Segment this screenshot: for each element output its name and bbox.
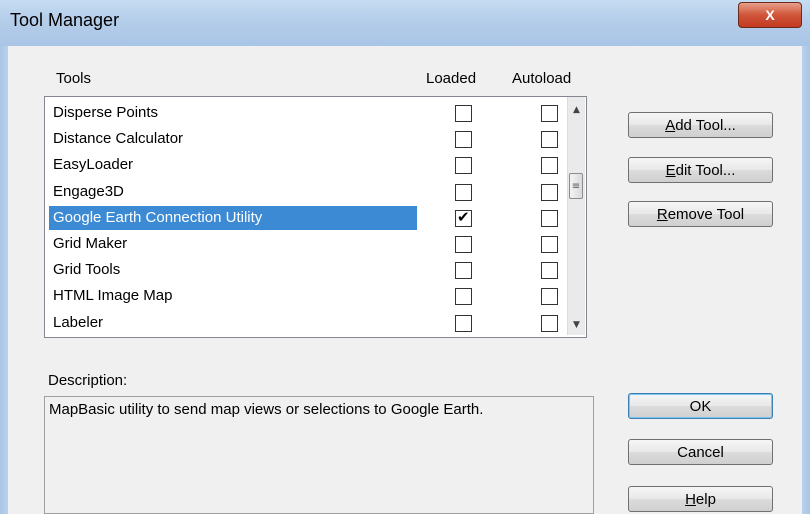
help-accel: H [685, 490, 696, 508]
close-button[interactable]: X [738, 2, 802, 28]
autoload-checkbox[interactable] [541, 183, 558, 201]
loaded-checkbox[interactable] [455, 105, 472, 122]
loaded-checkbox[interactable] [455, 157, 472, 175]
scroll-thumb[interactable]: ≡ [569, 173, 583, 199]
tool-name: EasyLoader [53, 156, 134, 174]
loaded-checkbox[interactable] [455, 183, 472, 201]
grip-icon: ≡ [571, 180, 581, 192]
window-frame-right [802, 46, 810, 514]
checkmark-icon: ✔ [457, 207, 470, 226]
help-button[interactable]: Help [628, 486, 773, 512]
remove-tool-accel: R [656, 205, 668, 223]
cancel-button[interactable]: Cancel [628, 439, 773, 465]
description-box: MapBasic utility to send map views or se… [44, 396, 594, 514]
tools-list-scrollbar[interactable]: ▲ ≡ ▼ [567, 97, 585, 335]
loaded-checkbox[interactable] [455, 314, 472, 332]
tool-name: Grid Tools [53, 261, 121, 279]
tool-row[interactable]: Grid Maker [49, 232, 417, 256]
loaded-checkbox[interactable] [455, 131, 472, 149]
tool-row[interactable]: EasyLoader [49, 153, 417, 177]
autoload-checkbox[interactable] [541, 314, 558, 332]
remove-tool-button[interactable]: Remove Tool [628, 201, 773, 227]
autoload-checkbox[interactable] [541, 105, 558, 122]
tool-name: Engage3D [53, 182, 124, 200]
loaded-checkbox[interactable]: ✔ [455, 207, 472, 227]
add-tool-accel: A [665, 116, 676, 134]
tool-row[interactable]: Google Earth Connection Utility [49, 205, 417, 230]
tool-name: Disperse Points [53, 104, 159, 121]
tool-row[interactable]: Engage3D [49, 180, 417, 204]
add-tool-label: dd Tool... [675, 116, 736, 134]
tool-name: Distance Calculator [53, 130, 184, 148]
description-text: MapBasic utility to send map views or se… [49, 401, 484, 418]
loaded-checkbox[interactable] [455, 262, 472, 280]
tool-row[interactable]: Distance Calculator [49, 127, 417, 151]
loaded-checkbox[interactable] [455, 236, 472, 253]
add-tool-button[interactable]: Add Tool... [628, 112, 773, 138]
tool-name: Grid Maker [53, 235, 128, 252]
autoload-checkbox[interactable] [541, 288, 558, 306]
loaded-checkbox[interactable] [455, 288, 472, 306]
tool-row[interactable]: HTML Image Map [49, 284, 417, 308]
ok-button[interactable]: OK [628, 393, 773, 419]
tools-list[interactable]: Disperse Points Distance Calculator EasyLo… [44, 96, 587, 338]
tool-name: HTML Image Map [53, 287, 173, 305]
autoload-header: Autoload [512, 70, 572, 87]
scroll-up-arrow-icon[interactable]: ▲ [568, 101, 585, 118]
help-label: elp [695, 490, 716, 508]
scroll-down-arrow-icon[interactable]: ▼ [568, 316, 585, 333]
edit-tool-button[interactable]: Edit Tool... [628, 157, 773, 183]
tool-row[interactable]: Grid Tools [49, 258, 417, 282]
autoload-checkbox[interactable] [541, 236, 558, 253]
loaded-header: Loaded [426, 70, 477, 87]
edit-tool-accel: E [665, 161, 676, 179]
tool-name: Labeler [53, 313, 104, 331]
edit-tool-label: dit Tool... [675, 161, 736, 179]
tool-name: Google Earth Connection Utility [53, 208, 263, 226]
autoload-checkbox[interactable] [541, 209, 558, 227]
tools-header: Tools [56, 70, 92, 87]
window-title: Tool Manager [10, 10, 120, 30]
tool-manager-dialog: Tool Manager X Tools Loaded Autoload Dis… [0, 0, 810, 514]
tool-row[interactable]: Labeler [49, 311, 417, 335]
title-bar: Tool Manager X [0, 0, 810, 47]
window-frame-left [0, 46, 8, 514]
autoload-checkbox[interactable] [541, 157, 558, 175]
description-label: Description: [48, 372, 128, 389]
tool-row[interactable]: Disperse Points [49, 101, 417, 125]
autoload-checkbox[interactable] [541, 262, 558, 280]
remove-tool-label: emove Tool [667, 205, 745, 223]
autoload-checkbox[interactable] [541, 131, 558, 149]
